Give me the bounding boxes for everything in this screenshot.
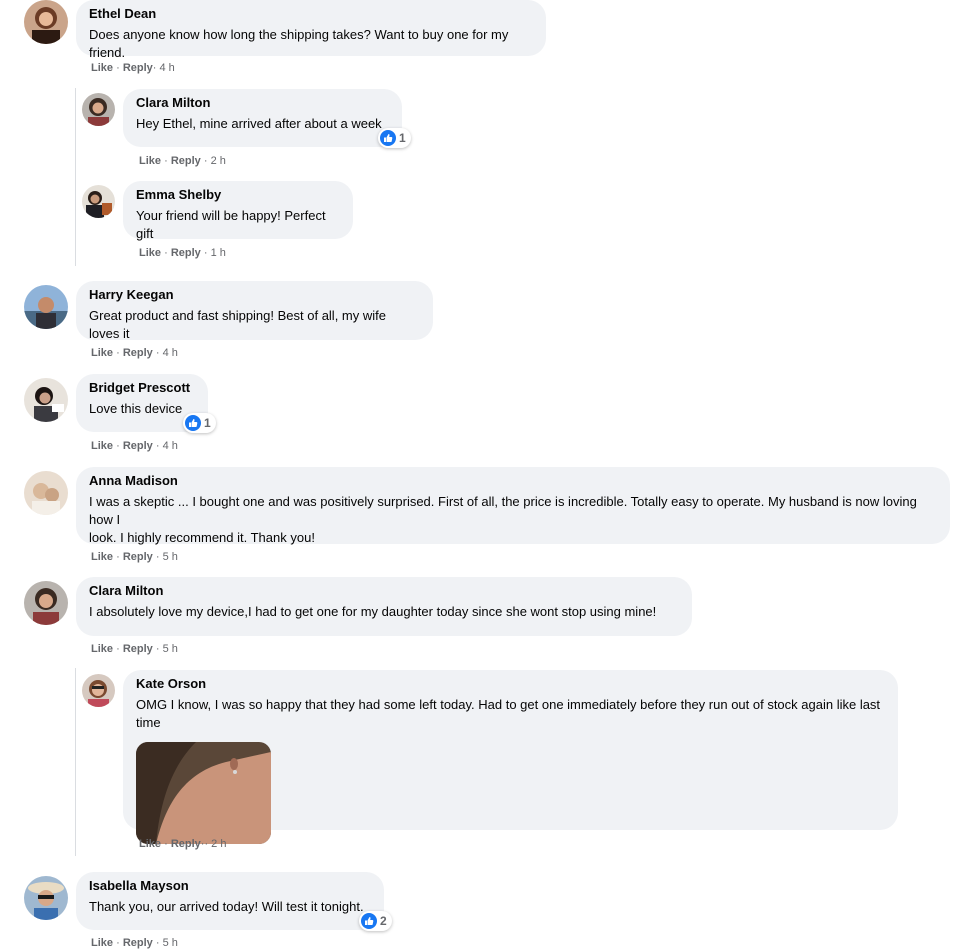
thumbs-up-icon	[361, 913, 377, 929]
avatar[interactable]	[82, 93, 115, 126]
reply-thread-line	[75, 88, 76, 266]
comment-actions: Like · Reply · 5 h	[91, 642, 178, 656]
comment-text-line: look. I highly recommend it. Thank you!	[89, 530, 315, 545]
reply-button[interactable]: Reply	[171, 838, 201, 850]
comment-actions: Like · Reply · 5 h	[91, 550, 178, 564]
comment-bubble: Emma Shelby Your friend will be happy! P…	[123, 181, 353, 241]
comment-bubble: Ethel Dean Does anyone know how long the…	[76, 0, 546, 60]
comment-text: Does anyone know how long the shipping t…	[89, 27, 509, 60]
reply-button[interactable]: Reply	[171, 155, 201, 167]
comment-actions: Like · Reply · 4 h	[91, 346, 178, 360]
separator: ·	[164, 247, 168, 259]
timestamp[interactable]: ·· 2 h	[201, 838, 227, 850]
comment-text: Great product and fast shipping! Best of…	[89, 308, 386, 341]
comment-text: I was a skeptic ... I bought one and was…	[89, 493, 936, 547]
avatar[interactable]	[24, 471, 68, 515]
comment-actions: Like · Reply · 5 h	[91, 936, 178, 950]
comment-text: Thank you, our arrived today! Will test …	[89, 899, 364, 914]
separator: ·	[164, 838, 168, 850]
comment-bubble: Harry Keegan Great product and fast ship…	[76, 281, 433, 341]
timestamp[interactable]: · 4 h	[156, 347, 178, 359]
like-button[interactable]: Like	[139, 247, 161, 259]
timestamp[interactable]: · 5 h	[156, 937, 178, 949]
separator: ·	[116, 62, 120, 74]
comment-author[interactable]: Clara Milton	[136, 95, 388, 111]
comment-author[interactable]: Anna Madison	[89, 473, 936, 489]
like-button[interactable]: Like	[91, 551, 113, 563]
comment-actions: Like · Reply · 2 h	[139, 154, 226, 168]
comment-bubble: Clara Milton I absolutely love my device…	[76, 577, 692, 636]
comment-author[interactable]: Emma Shelby	[136, 187, 339, 203]
like-button[interactable]: Like	[91, 937, 113, 949]
comment-author[interactable]: Harry Keegan	[89, 287, 419, 303]
reply-button[interactable]: Reply	[123, 551, 153, 563]
reply-button[interactable]: Reply	[123, 440, 153, 452]
separator: ·	[116, 643, 120, 655]
avatar[interactable]	[24, 876, 68, 920]
separator: ·	[116, 347, 120, 359]
timestamp[interactable]: · 4 h	[156, 440, 178, 452]
separator: ·	[116, 440, 120, 452]
reaction-count: 2	[380, 914, 387, 928]
reaction-badge[interactable]: 1	[183, 413, 216, 433]
comment-text-line: I was a skeptic ... I bought one and was…	[89, 494, 917, 527]
thumbs-up-icon	[185, 415, 201, 431]
reaction-count: 1	[399, 131, 406, 145]
avatar[interactable]	[24, 581, 68, 625]
comment-text: Your friend will be happy! Perfect gift	[136, 208, 326, 241]
avatar[interactable]	[24, 378, 68, 422]
timestamp[interactable]: · 4 h	[153, 62, 175, 74]
like-button[interactable]: Like	[91, 440, 113, 452]
reaction-badge[interactable]: 2	[359, 911, 392, 931]
timestamp[interactable]: · 1 h	[204, 247, 226, 259]
comment-bubble: Clara Milton Hey Ethel, mine arrived aft…	[123, 89, 402, 147]
avatar[interactable]	[24, 285, 68, 329]
avatar[interactable]	[82, 185, 115, 218]
reply-button[interactable]: Reply	[123, 937, 153, 949]
timestamp[interactable]: · 5 h	[156, 551, 178, 563]
reply-button[interactable]: Reply	[123, 643, 153, 655]
reply-button[interactable]: Reply	[171, 247, 201, 259]
comment-actions: Like · Reply·· 2 h	[139, 837, 226, 851]
separator: ·	[164, 155, 168, 167]
comment-text: I absolutely love my device,I had to get…	[89, 604, 657, 619]
comment-bubble: Isabella Mayson Thank you, our arrived t…	[76, 872, 384, 930]
comment-bubble: Kate Orson OMG I know, I was so happy th…	[123, 670, 898, 844]
comment-author[interactable]: Bridget Prescott	[89, 380, 194, 396]
comment-actions: Like · Reply· 4 h	[91, 61, 175, 75]
reaction-badge[interactable]: 1	[378, 128, 411, 148]
timestamp[interactable]: · 2 h	[204, 155, 226, 167]
reaction-count: 1	[204, 416, 211, 430]
comment-author[interactable]: Isabella Mayson	[89, 878, 370, 894]
reply-button[interactable]: Reply	[123, 347, 153, 359]
like-button[interactable]: Like	[91, 347, 113, 359]
thumbs-up-icon	[380, 130, 396, 146]
comment-text: OMG I know, I was so happy that they had…	[136, 697, 881, 730]
comment-author[interactable]: Kate Orson	[136, 676, 884, 692]
comment-text: Hey Ethel, mine arrived after about a we…	[136, 116, 382, 131]
like-button[interactable]: Like	[91, 643, 113, 655]
reply-thread-line	[75, 668, 76, 856]
separator: ·	[116, 551, 120, 563]
separator: ·	[116, 937, 120, 949]
comment-actions: Like · Reply · 4 h	[91, 439, 178, 453]
comment-author[interactable]: Ethel Dean	[89, 6, 532, 22]
like-button[interactable]: Like	[139, 838, 161, 850]
comment-author[interactable]: Clara Milton	[89, 583, 678, 599]
comment-bubble: Anna Madison I was a skeptic ... I bough…	[76, 467, 950, 547]
comment-actions: Like · Reply · 1 h	[139, 246, 226, 260]
reply-button[interactable]: Reply	[123, 62, 153, 74]
comment-text: Love this device	[89, 401, 183, 416]
avatar[interactable]	[82, 674, 115, 707]
avatar[interactable]	[24, 0, 68, 44]
timestamp[interactable]: · 5 h	[156, 643, 178, 655]
like-button[interactable]: Like	[139, 155, 161, 167]
like-button[interactable]: Like	[91, 62, 113, 74]
attached-photo[interactable]	[136, 742, 271, 844]
